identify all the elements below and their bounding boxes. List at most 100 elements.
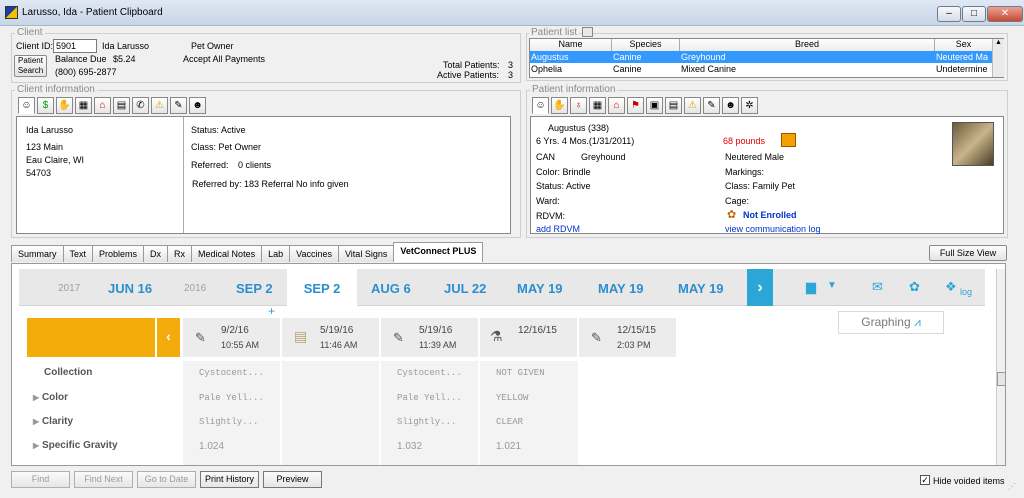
date-tab-selected[interactable]: SEP 2 (287, 269, 357, 307)
patient-list-header-name[interactable]: Name (530, 39, 612, 51)
house-icon[interactable]: ⌂ (608, 97, 625, 114)
people-icon[interactable]: ☻ (189, 97, 206, 114)
print-history-button[interactable]: Print History (200, 471, 259, 488)
orange-header (27, 318, 155, 357)
scrollbar-thumb[interactable] (997, 372, 1005, 386)
maximize-button[interactable]: □ (962, 6, 986, 22)
settings-icon[interactable]: ✲ (741, 97, 758, 114)
pets-icon[interactable]: ✋ (551, 97, 568, 114)
paw-icon[interactable]: ✿ (909, 279, 920, 295)
folder-icon[interactable]: ▣ (646, 97, 663, 114)
tab-problems[interactable]: Problems (92, 245, 145, 262)
row-label-specific-gravity[interactable]: ▶ Specific Gravity (27, 440, 155, 451)
date-tab[interactable]: MAY 19 (598, 281, 644, 296)
row-label-color[interactable]: ▶ Color (27, 392, 155, 403)
tab-rx[interactable]: Rx (167, 245, 193, 262)
result-column[interactable]: ✎ 5/19/16 11:39 AM (381, 318, 478, 357)
house-icon[interactable]: ⌂ (94, 97, 111, 114)
result-column[interactable]: ▤ 5/19/16 11:46 AM (282, 318, 379, 357)
document-icon[interactable]: ▤ (113, 97, 130, 114)
window-title: Larusso, Ida - Patient Clipboard (22, 7, 163, 18)
print-icon[interactable]: ▆ (806, 279, 816, 295)
preview-button[interactable]: Preview (263, 471, 322, 488)
pets-icon[interactable]: ✋ (56, 97, 73, 114)
tab-dx[interactable]: Dx (143, 245, 169, 262)
patient-list-menu-icon[interactable] (582, 27, 593, 37)
tab-vital-signs[interactable]: Vital Signs (337, 245, 395, 262)
document-icon[interactable]: ▤ (665, 97, 682, 114)
row-label-text: Specific Gravity (41, 440, 118, 451)
patient-color: Color: Brindle (536, 167, 591, 177)
date-tab[interactable]: MAY 19 (678, 281, 724, 296)
vetconnect-scrollbar[interactable] (996, 269, 1005, 465)
flag-icon[interactable]: ⚑ (627, 97, 644, 114)
date-band: 2017 JUN 16 2016 SEP 2 SEP 2 AUG 6 JUL 2… (19, 269, 985, 307)
grid-icon[interactable]: ▦ (589, 97, 606, 114)
patient-list-header-breed[interactable]: Breed (680, 39, 935, 51)
result-column[interactable]: ✎ 12/15/15 2:03 PM (579, 318, 676, 357)
owner-type: Pet Owner (191, 41, 234, 51)
graphing-button[interactable]: Graphing ⩘ (838, 311, 944, 334)
table-cell: Greyhound (681, 52, 726, 62)
phone-icon[interactable]: ✆ (132, 97, 149, 114)
chevron-right-icon: ▶ (33, 441, 40, 450)
date-tab[interactable]: MAY 19 (517, 281, 563, 296)
tab-vetconnect-plus[interactable]: VetConnect PLUS (393, 242, 484, 262)
find-button[interactable]: Find (11, 471, 70, 488)
result-column[interactable]: ⚗ 12/16/15 (480, 318, 577, 357)
go-to-date-button[interactable]: Go to Date (137, 471, 196, 488)
graphing-label: Graphing (861, 315, 911, 329)
log-link[interactable]: log (960, 287, 972, 297)
result-cell: 1.032 (397, 441, 423, 452)
result-date: 12/15/15 (617, 325, 656, 336)
date-tab[interactable]: AUG 6 (371, 281, 411, 296)
dollar-icon[interactable]: $ (37, 97, 54, 114)
patient-list-grid[interactable]: Name Species Breed Sex ▲ Augustus Canine… (529, 38, 1004, 78)
tab-vaccines[interactable]: Vaccines (289, 245, 339, 262)
chevron-right-icon[interactable]: › (747, 269, 773, 306)
tab-summary[interactable]: Summary (11, 245, 64, 262)
note-icon[interactable]: ✎ (703, 97, 720, 114)
person-icon[interactable]: ☻ (722, 97, 739, 114)
tab-medical-notes[interactable]: Medical Notes (191, 245, 263, 262)
resize-grip-icon[interactable]: ⋰ (1008, 482, 1020, 494)
result-date: 5/19/16 (419, 325, 453, 336)
mail-icon[interactable]: ✉ (872, 279, 883, 295)
result-date: 9/2/16 (221, 325, 249, 336)
patient-list-scrollbar[interactable]: ▲ (992, 39, 1004, 77)
client-face-icon[interactable]: ☺ (18, 97, 35, 114)
date-tab[interactable]: JUN 16 (108, 281, 152, 296)
find-next-button[interactable]: Find Next (74, 471, 133, 488)
view-communication-log-link[interactable]: view communication log (725, 224, 821, 234)
grid-icon[interactable]: ▦ (75, 97, 92, 114)
chevron-right-icon: ▶ (33, 393, 40, 402)
tab-lab[interactable]: Lab (261, 245, 291, 262)
minimize-button[interactable]: – (937, 6, 961, 22)
patient-list-header-species[interactable]: Species (612, 39, 680, 51)
table-row[interactable]: Augustus Canine Greyhound Neutered Ma (530, 51, 992, 63)
hide-voided-checkbox[interactable]: ✓ (920, 475, 930, 485)
chevron-left-icon[interactable]: ‹ (157, 318, 180, 357)
close-button[interactable]: ✕ (987, 6, 1023, 22)
full-size-view-button[interactable]: Full Size View (929, 245, 1007, 261)
patient-search-button[interactable]: Patient Search (14, 55, 47, 77)
note-icon[interactable]: ✎ (170, 97, 187, 114)
row-label-clarity[interactable]: ▶ Clarity (27, 416, 155, 427)
chat-icon[interactable]: ❖ (945, 279, 957, 295)
dog-face-icon[interactable]: ☺ (532, 97, 549, 114)
scale-icon[interactable] (781, 133, 796, 147)
warning-icon[interactable]: ⚠ (151, 97, 168, 114)
table-row[interactable]: Ophelia Canine Mixed Canine Undetermine (530, 63, 992, 75)
date-tab[interactable]: SEP 2 (236, 281, 273, 296)
client-id-input[interactable]: 5901 (53, 39, 97, 53)
patient-list-header-sex[interactable]: Sex (935, 39, 993, 51)
result-column[interactable]: ✎ 9/2/16 10:55 AM (183, 318, 280, 357)
chevron-down-icon[interactable]: ▼ (827, 280, 837, 291)
add-rdvm-link[interactable]: add RDVM (536, 224, 580, 234)
stethoscope-icon[interactable]: ♁ (570, 97, 587, 114)
warning-icon[interactable]: ⚠ (684, 97, 701, 114)
add-icon[interactable]: + (268, 304, 275, 318)
date-tab[interactable]: JUL 22 (444, 281, 486, 296)
client-phone: (800) 695-2877 (55, 67, 117, 77)
tab-text[interactable]: Text (62, 245, 94, 262)
